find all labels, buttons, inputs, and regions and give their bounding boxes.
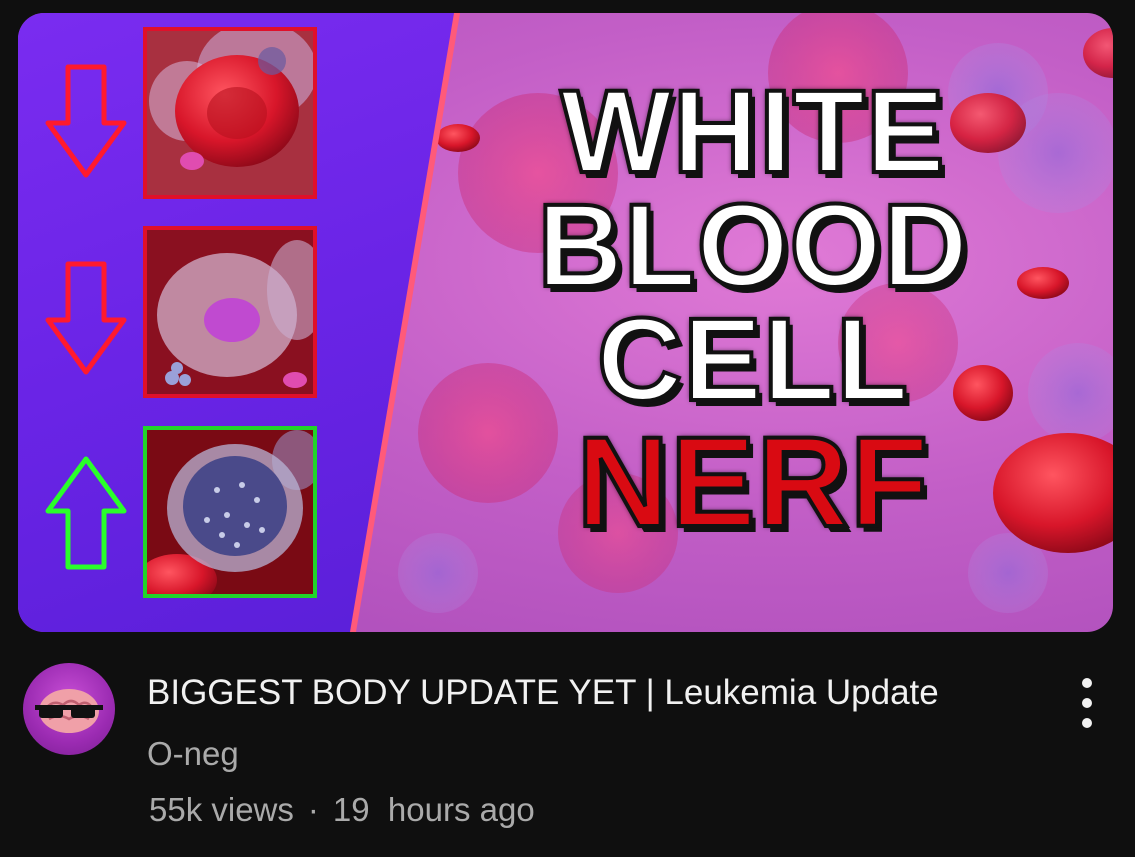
red-blood-cell-image <box>147 31 313 195</box>
cell-frame-red-1 <box>143 27 317 199</box>
headline-line-2: BLOOD <box>535 180 969 312</box>
channel-avatar[interactable] <box>23 663 115 755</box>
video-stats: 55k views · 19 hours ago <box>149 791 535 829</box>
headline-line-3: CELL <box>595 294 910 426</box>
cell-frame-red-2 <box>143 226 317 398</box>
down-arrow-red-icon <box>45 64 127 178</box>
video-details: BIGGEST BODY UPDATE YET | Leukemia Updat… <box>0 640 1135 857</box>
channel-name[interactable]: O-neg <box>147 735 239 773</box>
headline-line-4: NERF <box>575 411 930 554</box>
video-title[interactable]: BIGGEST BODY UPDATE YET | Leukemia Updat… <box>147 672 1067 714</box>
down-arrow-red-icon <box>45 261 127 375</box>
brain-with-sunglasses-icon <box>35 689 103 733</box>
neutrophil-image <box>147 230 313 394</box>
thumbnail-headline: WHITE BLOOD CELL NERF <box>513 66 993 573</box>
video-thumbnail[interactable]: WHITE BLOOD CELL NERF <box>18 13 1113 632</box>
more-vertical-icon[interactable] <box>1075 678 1099 728</box>
view-count: 55k views <box>149 791 294 828</box>
cell-frame-green <box>143 426 317 598</box>
leukemia-cell-image <box>147 430 313 594</box>
meta-separator: · <box>307 791 319 828</box>
up-arrow-green-icon <box>45 456 127 570</box>
headline-line-1: WHITE <box>558 66 946 198</box>
upload-age: 19 hours ago <box>332 791 535 828</box>
